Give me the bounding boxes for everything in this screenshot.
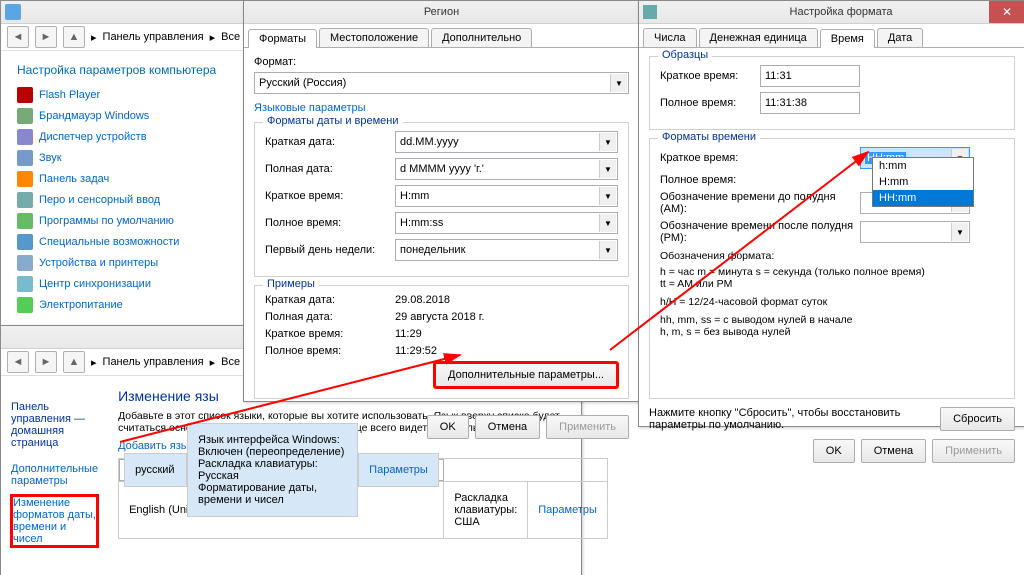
cp-item-link[interactable]: Панель задач (39, 173, 109, 185)
tab-time[interactable]: Время (820, 29, 875, 48)
tab-currency[interactable]: Денежная единица (699, 28, 818, 47)
cp-item-icon (17, 255, 33, 271)
cp-item-icon (17, 129, 33, 145)
group-date-time-formats: Форматы даты и времени Краткая дата:dd.M… (254, 122, 629, 277)
cp-item[interactable]: Устройства и принтеры (17, 255, 281, 271)
apply-button: Применить (546, 415, 629, 439)
cp-item-icon (17, 213, 33, 229)
language-table: русский Язык интерфейса Windows: Включен… (118, 458, 608, 539)
breadcrumb-cp[interactable]: Панель управления (103, 31, 204, 43)
up-button[interactable]: ▲ (63, 26, 85, 48)
short-time-dropdown-list[interactable]: h:mm H:mm HH:mm (872, 157, 974, 207)
table-row[interactable]: русский Язык интерфейса Windows: Включен… (119, 459, 444, 481)
fmt-tabs: Числа Денежная единица Время Дата (639, 24, 1024, 48)
cp-item-link[interactable]: Брандмауэр Windows (39, 110, 149, 122)
cp-item[interactable]: Звук (17, 150, 281, 166)
sidebar-change-formats: Изменение форматов даты,времени и чисел (11, 495, 98, 547)
back-button[interactable]: ◄ (7, 26, 29, 48)
pm-symbol-select[interactable]: ▼ (860, 221, 970, 243)
reset-button[interactable]: Сбросить (940, 407, 1015, 431)
dropdown-option[interactable]: h:mm (873, 158, 973, 174)
cancel-button[interactable]: Отмена (475, 415, 540, 439)
sidebar-home: Панель управления —домашняя страница (11, 401, 98, 449)
cp-item[interactable]: Перо и сенсорный ввод (17, 192, 281, 208)
additional-params-button[interactable]: Дополнительные параметры... (434, 362, 618, 388)
fmt-button-row: OK Отмена Применить (639, 431, 1024, 471)
fmt-titlebar: Настройка формата✕ (639, 1, 1024, 24)
sample-long-time: 11:31:38 (760, 92, 860, 114)
chevron-down-icon: ▼ (610, 74, 627, 92)
add-language-link[interactable]: Добавить язык (118, 440, 193, 452)
cp-item-icon (17, 276, 33, 292)
cp-item[interactable]: Flash Player (17, 87, 281, 103)
first-day-select[interactable]: понедельник▼ (395, 239, 618, 261)
region-button-row: OK Отмена Применить (244, 407, 639, 447)
up-button[interactable]: ▲ (63, 351, 85, 373)
cp-item-icon (17, 150, 33, 166)
apply-button: Применить (932, 439, 1015, 463)
region-dialog: Регион Форматы Местоположение Дополнител… (243, 0, 640, 402)
format-select[interactable]: Русский (Россия)▼ (254, 72, 629, 94)
row-options-link[interactable]: Параметры (538, 504, 597, 516)
cp-item-link[interactable]: Специальные возможности (39, 236, 179, 248)
tab-numbers[interactable]: Числа (643, 28, 697, 47)
long-date-select[interactable]: d MMMM yyyy 'г.'▼ (395, 158, 618, 180)
sample-short-time: 11:31 (760, 65, 860, 87)
cp-item-icon (17, 108, 33, 124)
ok-button[interactable]: OK (427, 415, 469, 439)
cp-item[interactable]: Центр синхронизации (17, 276, 281, 292)
cp-icon (5, 4, 21, 20)
cp-item-link[interactable]: Центр синхронизации (39, 278, 151, 290)
cp-item[interactable]: Электропитание (17, 297, 281, 313)
cp-item-link[interactable]: Электропитание (39, 299, 123, 311)
cp-item-link[interactable]: Звук (39, 152, 62, 164)
sidebar-advanced[interactable]: Дополнительные параметры (11, 463, 98, 487)
long-time-select[interactable]: H:mm:ss▼ (395, 212, 618, 234)
fwd-button[interactable]: ► (35, 351, 57, 373)
tab-admin[interactable]: Дополнительно (431, 28, 532, 47)
lang-prefs-link[interactable]: Языковые параметры (254, 102, 366, 114)
region-tabs: Форматы Местоположение Дополнительно (244, 24, 639, 48)
short-date-select[interactable]: dd.MM.yyyy▼ (395, 131, 618, 153)
cp-item-link[interactable]: Перо и сенсорный ввод (39, 194, 160, 206)
fwd-button[interactable]: ► (35, 26, 57, 48)
back-button[interactable]: ◄ (7, 351, 29, 373)
close-button[interactable]: ✕ (989, 1, 1024, 23)
customize-format-dialog: Настройка формата✕ Числа Денежная единиц… (638, 0, 1024, 427)
cp-item-icon (17, 192, 33, 208)
cp-item[interactable]: Диспетчер устройств (17, 129, 281, 145)
cp-item-icon (17, 171, 33, 187)
cp-item-link[interactable]: Устройства и принтеры (39, 257, 158, 269)
cp-item-link[interactable]: Диспетчер устройств (39, 131, 147, 143)
cp-item[interactable]: Брандмауэр Windows (17, 108, 281, 124)
cp-item-link[interactable]: Программы по умолчанию (39, 215, 174, 227)
tab-formats[interactable]: Форматы (248, 29, 317, 48)
row-options-link[interactable]: Параметры (369, 464, 428, 476)
cp-item-link[interactable]: Flash Player (39, 89, 100, 101)
tab-date[interactable]: Дата (877, 28, 923, 47)
cancel-button[interactable]: Отмена (861, 439, 926, 463)
cp-item-icon (17, 297, 33, 313)
breadcrumb-cp[interactable]: Панель управления (103, 356, 204, 368)
region-titlebar: Регион (244, 1, 639, 24)
dropdown-option-selected[interactable]: HH:mm (873, 190, 973, 206)
cp-item[interactable]: Панель задач (17, 171, 281, 187)
tab-location[interactable]: Местоположение (319, 28, 429, 47)
cp-item[interactable]: Специальные возможности (17, 234, 281, 250)
group-samples: Образцы Краткое время:11:31 Полное время… (649, 56, 1015, 130)
dropdown-option[interactable]: H:mm (873, 174, 973, 190)
globe-icon (643, 5, 657, 19)
ok-button[interactable]: OK (813, 439, 855, 463)
cp-item-icon (17, 87, 33, 103)
control-panel-icon: ▸ (91, 31, 97, 44)
group-examples: Примеры Краткая дата:29.08.2018 Полная д… (254, 285, 629, 399)
cp2-sidebar: Панель управления —домашняя страница Доп… (1, 376, 108, 557)
short-time-select[interactable]: H:mm▼ (395, 185, 618, 207)
cp-item-icon (17, 234, 33, 250)
cp-item[interactable]: Программы по умолчанию (17, 213, 281, 229)
format-label: Формат: (254, 56, 629, 68)
